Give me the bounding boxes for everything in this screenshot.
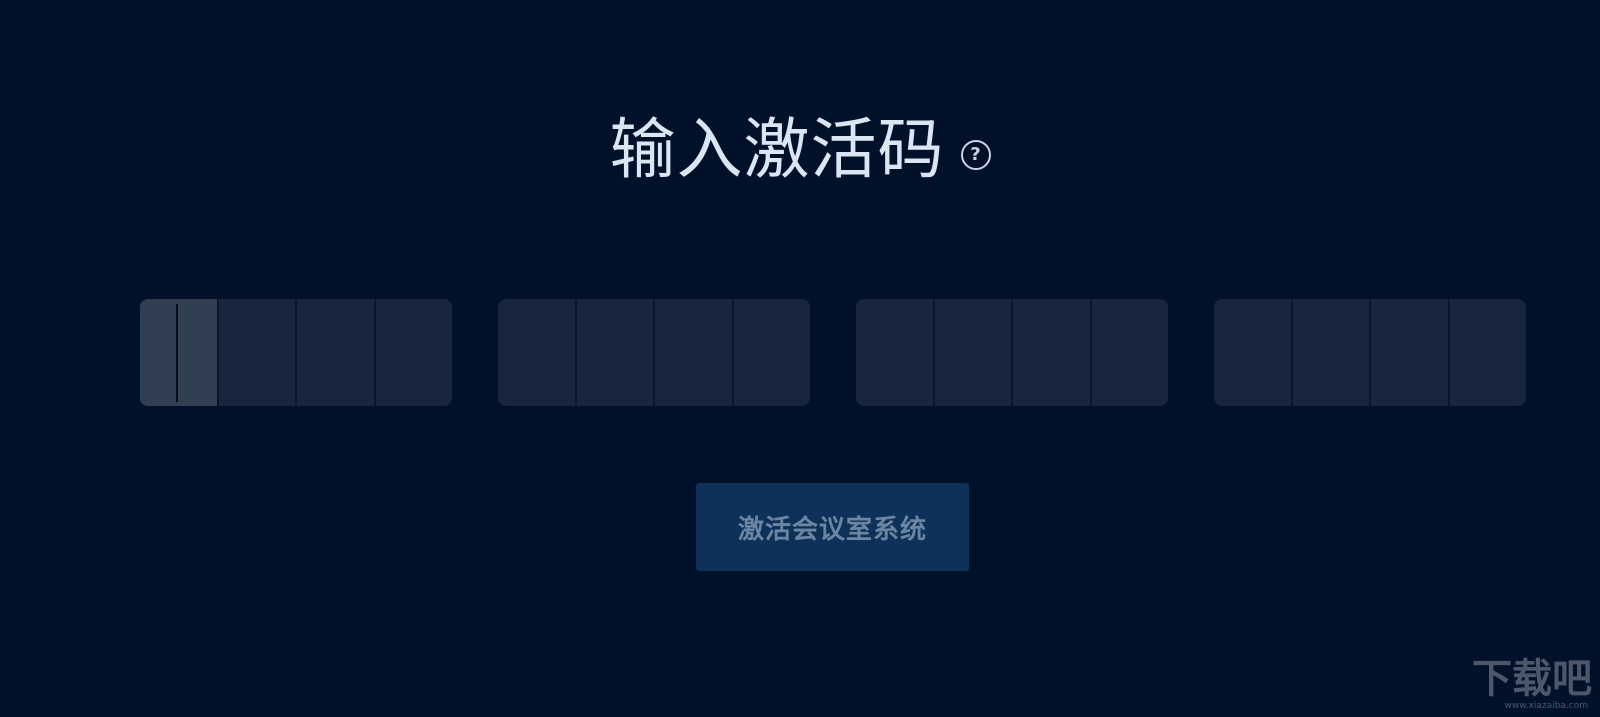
activate-system-button[interactable]: 激活会议室系统 [696,483,969,571]
code-cell-4-4[interactable] [1449,299,1526,406]
code-cell-2-1[interactable] [498,299,577,406]
code-cell-4-3[interactable] [1371,299,1450,406]
title-row: 输入激活码 ? [0,108,1600,192]
text-caret [176,304,178,402]
code-cell-3-3[interactable] [1013,299,1092,406]
watermark-main-text: 下载吧 [1472,656,1592,702]
code-cell-3-2[interactable] [934,299,1013,406]
code-cell-2-2[interactable] [576,299,655,406]
code-cell-1-3[interactable] [297,299,376,406]
code-cell-1-4[interactable] [375,299,452,406]
code-cell-4-1[interactable] [1214,299,1293,406]
code-cell-4-2[interactable] [1292,299,1371,406]
watermark-url-text: www.xiazaiba.com [1504,701,1588,711]
code-cell-3-4[interactable] [1091,299,1168,406]
code-cell-1-2[interactable] [218,299,297,406]
code-cell-2-4[interactable] [733,299,810,406]
page-title: 输入激活码 [609,111,945,188]
activation-code-input [140,299,1526,406]
code-cell-1-1[interactable] [140,299,219,406]
code-cell-2-3[interactable] [655,299,734,406]
code-group-3 [856,299,1168,406]
code-group-4 [1214,299,1526,406]
code-group-2 [498,299,810,406]
help-question-icon[interactable]: ? [960,140,991,170]
watermark-logo: 下载吧 www.xiazaiba.com [1452,655,1592,711]
code-group-1 [140,299,452,406]
code-cell-3-1[interactable] [856,299,935,406]
